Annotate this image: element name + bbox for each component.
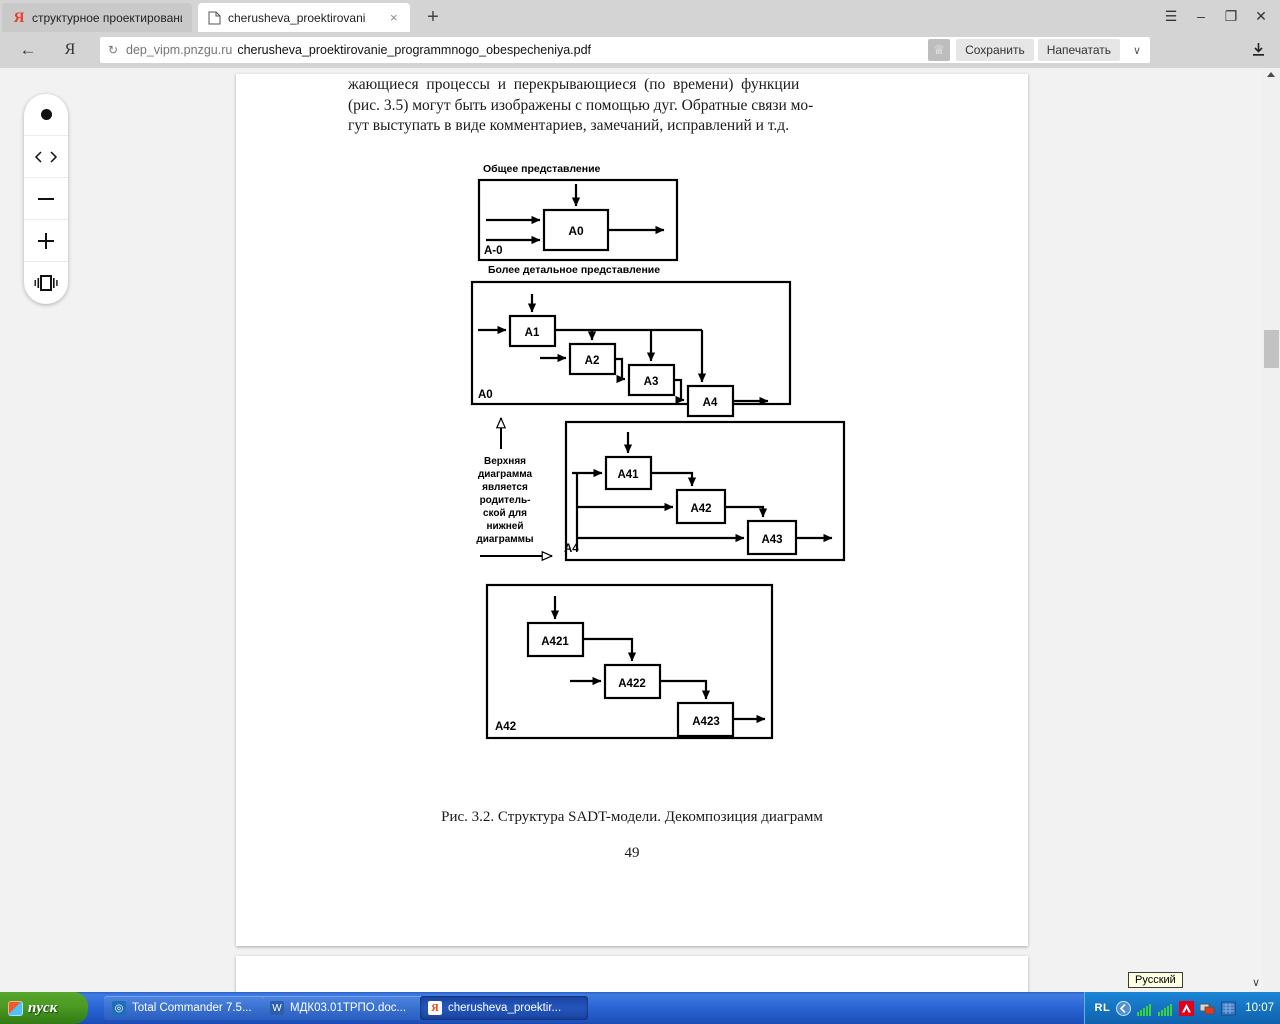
tab-strip: Я структурное проектировани cherusheva_p…	[0, 0, 1280, 32]
block-label-A0: A0	[568, 224, 584, 238]
system-tray: RL 10:07	[1083, 992, 1280, 1024]
block-label-A41: A41	[617, 469, 639, 481]
page-fit-tool[interactable]	[24, 262, 68, 304]
system-clock[interactable]: 10:07	[1245, 1002, 1274, 1014]
chevron-down-icon[interactable]: ∨	[1124, 44, 1150, 57]
menu-icon[interactable]: ☰	[1156, 0, 1186, 32]
network-icon[interactable]	[1199, 1000, 1215, 1016]
svg-text:нижней: нижней	[486, 521, 523, 532]
globe-icon[interactable]: ♕	[928, 39, 951, 61]
figure-label-frame-a42: A42	[495, 721, 516, 733]
dot-icon	[40, 109, 52, 120]
reload-icon[interactable]: ↻	[100, 43, 126, 57]
tab-label: cherusheva_proektirovani	[228, 10, 366, 25]
svg-text:диаграмма: диаграмма	[478, 469, 533, 480]
svg-text:родитель-: родитель-	[480, 495, 531, 506]
save-button[interactable]: Сохранить	[956, 39, 1034, 61]
tab-structural-design[interactable]: Я структурное проектировани	[2, 3, 192, 32]
calendar-icon[interactable]	[1220, 1000, 1236, 1016]
pdf-page-50: Функции блоков A2 и A3 могут	[236, 956, 1028, 992]
block-label-A42: A42	[690, 503, 711, 515]
print-button[interactable]: Напечатать	[1037, 39, 1120, 61]
figure-label-frame-a4: A4	[564, 543, 579, 555]
figure-caption: Рис. 3.2. Структура SADT-модели. Декомпо…	[441, 809, 823, 825]
block-label-A43: A43	[761, 534, 782, 546]
language-indicator[interactable]: RL	[1095, 1002, 1111, 1014]
taskbar-item-label: cherusheva_proektir...	[448, 1002, 562, 1014]
pdf-viewport: жающиеся процессы и перекрывающиеся (по …	[0, 68, 1280, 992]
yandex-icon: Я	[13, 9, 25, 26]
signal-bars-icon[interactable]	[1157, 1000, 1173, 1016]
yandex-home-button[interactable]: Я	[58, 39, 82, 61]
word-document-icon: W	[270, 1001, 284, 1015]
sadt-diagram-svg: Общее представление A0 A-0 Более детальн…	[470, 163, 846, 740]
browser-toolbar: ← Я ↻ dep_vipm.pnzgu.ru cherusheva_proek…	[0, 32, 1280, 68]
zoom-in-tool[interactable]	[24, 220, 68, 262]
chevron-down-icon[interactable]: ∨	[1252, 976, 1260, 989]
scrollbar-thumb[interactable]	[1264, 330, 1279, 368]
taskbar-item-label: Total Commander 7.5...	[132, 1002, 252, 1014]
yandex-browser-icon: Я	[428, 1001, 442, 1015]
figure-label-frame-a-0: A-0	[484, 245, 503, 257]
figure-label-second-title: Более детальное представление	[488, 264, 660, 276]
block-label-A422: A422	[618, 678, 646, 690]
paragraph-line: (рис. 3.5) могут быть изображены с помощ…	[348, 96, 814, 114]
block-label-A4: A4	[703, 397, 718, 409]
svg-text:является: является	[482, 482, 528, 493]
block-label-A2: A2	[585, 355, 600, 367]
total-commander-icon: ◎	[112, 1001, 126, 1015]
tab-cherusheva-pdf[interactable]: cherusheva_proektirovani ×	[198, 3, 410, 32]
taskbar-item-total-commander[interactable]: ◎ Total Commander 7.5...	[104, 996, 281, 1020]
body-paragraph: жающиеся процессы и перекрывающиеся (по …	[348, 75, 956, 137]
close-icon[interactable]: ×	[390, 10, 400, 25]
taskbar-item-cherusheva-browser[interactable]: Я cherusheva_proektir...	[420, 996, 588, 1020]
figure-label-top-title: Общее представление	[483, 163, 601, 175]
download-icon[interactable]	[1251, 42, 1266, 61]
windows-flag-icon	[8, 1000, 23, 1016]
browser-window: Я структурное проектировани cherusheva_p…	[0, 0, 1280, 992]
windows-taskbar: пуск ◎ Total Commander 7.5... W МДК03.01…	[0, 992, 1280, 1024]
vertical-scrollbar[interactable]	[1263, 68, 1280, 992]
back-arrow-icon[interactable]	[1115, 1000, 1131, 1016]
figure-label-frame-a0: A0	[478, 389, 493, 401]
language-tooltip: Русский	[1128, 972, 1183, 988]
url-host: dep_vipm.pnzgu.ru	[126, 43, 233, 57]
svg-text:ской для: ской для	[483, 508, 527, 519]
scroll-up-icon[interactable]	[1267, 72, 1275, 77]
start-label: пуск	[28, 999, 58, 1016]
block-label-A3: A3	[644, 376, 659, 388]
start-button[interactable]: пуск	[0, 992, 88, 1024]
document-icon	[208, 11, 222, 25]
restore-icon[interactable]: ❐	[1216, 0, 1246, 32]
block-label-A421: A421	[541, 636, 569, 648]
taskbar-item-mdk-document[interactable]: W МДК03.01ТРПО.doc...	[262, 996, 439, 1020]
page-number: 49	[624, 845, 640, 861]
figure-3-2-sadt-decomposition: Общее представление A0 A-0 Более детальн…	[460, 160, 1020, 740]
taskbar-item-label: МДК03.01ТРПО.doc...	[290, 1002, 407, 1014]
pdf-tool-palette	[24, 94, 68, 304]
signal-bars-icon[interactable]	[1136, 1000, 1152, 1016]
back-button[interactable]: ←	[16, 39, 40, 61]
svg-text:диаграммы: диаграммы	[476, 534, 533, 545]
new-tab-button[interactable]: +	[420, 6, 446, 30]
minimize-icon[interactable]: –	[1186, 0, 1216, 32]
figure-annotation: Верхняя диаграмма является родитель- ско…	[476, 456, 533, 545]
block-label-A423: A423	[692, 716, 720, 728]
url-path: cherusheva_proektirovanie_programmnogo_o…	[237, 43, 592, 57]
block-label-A1: A1	[525, 327, 540, 339]
avira-icon[interactable]	[1178, 1000, 1194, 1016]
paragraph-line: гут выступать в виде комментариев, замеч…	[348, 117, 790, 134]
paragraph-line: жающиеся процессы и перекрывающиеся (по …	[348, 76, 800, 93]
close-icon[interactable]: ✕	[1246, 0, 1276, 32]
window-controls: ☰ – ❐ ✕	[1156, 0, 1276, 32]
zoom-out-tool[interactable]	[24, 178, 68, 220]
pdf-page-49: жающиеся процессы и перекрывающиеся (по …	[236, 74, 1028, 946]
address-bar[interactable]: ↻ dep_vipm.pnzgu.ru cherusheva_proektiro…	[100, 37, 1150, 63]
prev-next-page-tool[interactable]	[24, 136, 68, 178]
svg-text:Верхняя: Верхняя	[484, 456, 526, 467]
tab-label: структурное проектировани	[32, 10, 182, 25]
pointer-tool[interactable]	[24, 94, 68, 136]
